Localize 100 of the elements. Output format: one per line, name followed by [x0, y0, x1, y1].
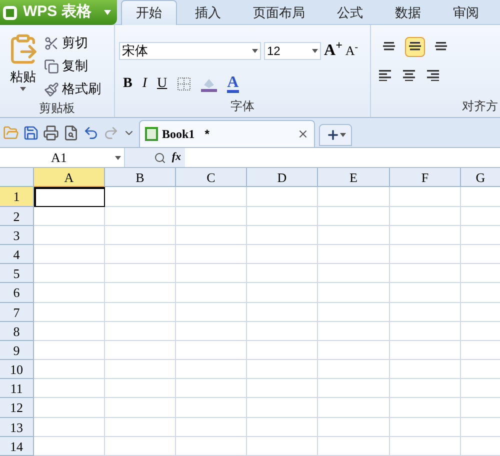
grid-cell[interactable]	[105, 302, 176, 322]
grid-cell[interactable]	[176, 187, 247, 207]
grid-cell[interactable]	[318, 340, 390, 360]
grid-cell[interactable]	[247, 283, 318, 302]
grid-cell[interactable]	[34, 360, 105, 380]
grid-cell[interactable]	[390, 360, 461, 380]
grid-cell[interactable]	[390, 322, 461, 341]
font-color-button[interactable]: A	[227, 74, 239, 92]
grid-cell[interactable]	[247, 206, 318, 226]
grid-cell[interactable]	[176, 283, 247, 302]
grid-cell[interactable]	[318, 418, 390, 437]
grid-cell[interactable]	[247, 360, 318, 380]
new-tab-button[interactable]	[319, 124, 352, 146]
grid-cell[interactable]	[105, 206, 176, 226]
grid-cell[interactable]	[176, 322, 247, 341]
grid-cell[interactable]	[390, 398, 461, 418]
row-header[interactable]: 4	[0, 244, 34, 264]
row-header[interactable]: 14	[0, 436, 34, 456]
grid-cell[interactable]	[105, 436, 176, 456]
grid-cell[interactable]	[105, 187, 176, 207]
grid-cell[interactable]	[390, 436, 461, 456]
grid-cell[interactable]	[390, 206, 461, 226]
row-header[interactable]: 7	[0, 302, 34, 322]
function-button[interactable]: fx	[172, 149, 181, 166]
row-header[interactable]: 12	[0, 398, 34, 418]
grid-cell[interactable]	[34, 302, 105, 322]
ribbon-tab[interactable]: 开始	[121, 0, 177, 25]
row-header[interactable]: 8	[0, 322, 34, 341]
shrink-font-button[interactable]: A$^{-}$	[345, 41, 358, 61]
grid-cell[interactable]	[318, 302, 390, 322]
grid-cell[interactable]	[318, 398, 390, 418]
grid-cell[interactable]	[390, 302, 461, 322]
grid-cell[interactable]	[176, 302, 247, 322]
grid-cell[interactable]	[176, 206, 247, 226]
grid-cell[interactable]	[34, 206, 105, 226]
grid-cell[interactable]	[318, 264, 390, 284]
grid-cell[interactable]	[390, 379, 461, 398]
grid-cell[interactable]	[247, 340, 318, 360]
row-header[interactable]: 2	[0, 206, 34, 226]
clipboard-action[interactable]: 格式刷	[44, 79, 101, 99]
font-name-field[interactable]: 宋体	[119, 42, 261, 60]
paste-button[interactable]: 粘贴	[8, 33, 38, 99]
grid-cell[interactable]	[176, 226, 247, 245]
row-header[interactable]: 1	[0, 187, 34, 207]
grid-cell[interactable]	[34, 379, 105, 398]
grid-cell[interactable]	[247, 418, 318, 437]
grid-cell[interactable]	[34, 264, 105, 284]
grid-cell[interactable]	[390, 283, 461, 302]
corner-cell[interactable]	[0, 168, 34, 188]
grid-cell[interactable]	[318, 436, 390, 456]
search-icon[interactable]	[154, 152, 166, 164]
grid-cell[interactable]	[34, 226, 105, 245]
grid-cell[interactable]	[390, 187, 461, 207]
grid-cell[interactable]	[34, 436, 105, 456]
column-header[interactable]: G	[461, 168, 500, 188]
grid-cell[interactable]	[105, 360, 176, 380]
column-header[interactable]: B	[105, 168, 176, 188]
underline-button[interactable]: U	[157, 73, 168, 94]
italic-button[interactable]: I	[142, 73, 148, 94]
grid-cell[interactable]	[105, 244, 176, 264]
ribbon-tab[interactable]: 数据	[381, 0, 435, 25]
grid-cell[interactable]	[247, 322, 318, 341]
print-preview-icon[interactable]	[63, 125, 79, 142]
border-icon[interactable]	[177, 76, 192, 90]
grid-cell[interactable]	[105, 264, 176, 284]
grid-cell[interactable]	[176, 244, 247, 264]
grid-cell[interactable]	[34, 244, 105, 264]
grid-cell[interactable]	[176, 340, 247, 360]
column-header[interactable]: C	[176, 168, 247, 188]
grid-cell[interactable]	[34, 398, 105, 418]
grid-cell[interactable]	[318, 206, 390, 226]
bold-button[interactable]: B	[123, 73, 132, 94]
grid-cell[interactable]	[176, 418, 247, 437]
row-header[interactable]: 9	[0, 340, 34, 360]
grid-cell[interactable]	[318, 244, 390, 264]
row-header[interactable]: 5	[0, 264, 34, 284]
vertical-align-button[interactable]	[405, 37, 425, 57]
ribbon-tab[interactable]: 公式	[323, 0, 377, 25]
column-header[interactable]: D	[247, 168, 318, 188]
grid-cell[interactable]	[34, 340, 105, 360]
grid-cell[interactable]	[247, 226, 318, 245]
grid-cell[interactable]	[390, 264, 461, 284]
row-header[interactable]: 13	[0, 418, 34, 437]
save-icon[interactable]	[23, 125, 39, 142]
grid-cell[interactable]	[390, 418, 461, 437]
grid-cell[interactable]	[318, 226, 390, 245]
grow-font-button[interactable]: A$^{+}$	[324, 39, 342, 63]
document-tab[interactable]: Book1 *	[139, 120, 315, 147]
grid-cell[interactable]	[176, 379, 247, 398]
grid-cell[interactable]	[247, 264, 318, 284]
print-icon[interactable]	[43, 125, 59, 142]
column-header[interactable]: F	[390, 168, 461, 188]
grid-cell[interactable]	[105, 418, 176, 437]
grid-cell[interactable]	[318, 360, 390, 380]
grid-cell[interactable]	[390, 340, 461, 360]
grid-cell[interactable]	[105, 322, 176, 341]
grid-cell[interactable]	[247, 379, 318, 398]
grid-cell[interactable]	[247, 436, 318, 456]
ribbon-tab[interactable]: 插入	[181, 0, 235, 25]
grid-cell[interactable]	[318, 322, 390, 341]
